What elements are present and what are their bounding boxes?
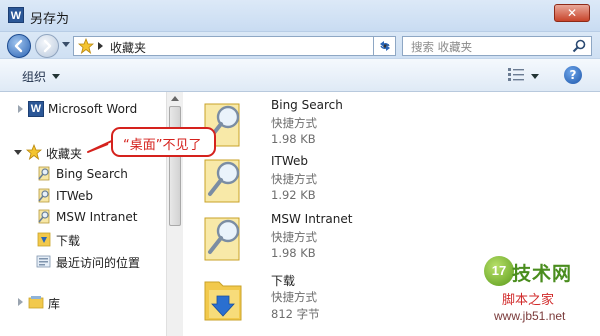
breadcrumb-separator-icon[interactable] — [98, 42, 103, 50]
window-title: 另存为 — [30, 12, 70, 27]
nav-item-downloads[interactable]: 下载 — [36, 230, 164, 250]
nav-item-label: 下载 — [56, 234, 81, 248]
shortcut-magnifier-icon — [204, 217, 240, 261]
nav-item-microsoft-word[interactable]: W Microsoft Word — [28, 100, 158, 120]
file-type: 快捷方式 — [271, 290, 317, 304]
word-icon: W — [28, 101, 44, 117]
file-size: 1.98 KB — [271, 246, 316, 260]
watermark-sub-text: 脚本之家 — [502, 293, 555, 308]
watermark-badge: 17 — [484, 256, 514, 286]
file-type: 快捷方式 — [271, 230, 317, 244]
nav-item-label: MSW Intranet — [56, 210, 138, 224]
forward-button[interactable] — [35, 34, 59, 58]
file-item-bing-search[interactable]: Bing Search 快捷方式 1.98 KB — [201, 98, 461, 158]
nav-item-label: Bing Search — [56, 167, 128, 181]
recent-pages-dropdown[interactable] — [62, 42, 70, 47]
shortcut-link-icon — [38, 166, 50, 181]
file-type: 快捷方式 — [271, 172, 317, 186]
organize-dropdown-icon[interactable] — [52, 74, 60, 79]
nav-item-label: 收藏夹 — [46, 147, 83, 161]
address-row: 收藏夹 搜索 收藏夹 — [0, 32, 600, 58]
view-options-dropdown-icon[interactable] — [531, 74, 539, 79]
command-toolbar: 组织 ? — [0, 58, 600, 92]
refresh-icon — [379, 41, 390, 51]
shortcut-link-icon — [38, 209, 50, 224]
file-name: MSW Intranet — [271, 212, 353, 226]
file-type: 快捷方式 — [271, 116, 317, 130]
address-bar[interactable]: 收藏夹 — [73, 36, 396, 56]
nav-item-label: Microsoft Word — [48, 102, 138, 116]
library-icon — [28, 296, 44, 309]
nav-item-bing-search[interactable]: Bing Search — [36, 165, 164, 185]
refresh-button[interactable] — [373, 36, 395, 56]
file-size: 1.98 KB — [271, 132, 316, 146]
word-app-icon: W — [8, 7, 24, 23]
shortcut-link-icon — [38, 188, 50, 203]
file-item-itweb[interactable]: ITWeb 快捷方式 1.92 KB — [201, 154, 461, 214]
forward-arrow-icon — [43, 39, 52, 53]
downloads-folder-icon — [37, 232, 51, 247]
close-button[interactable]: ✕ — [554, 4, 590, 22]
breadcrumb-path[interactable]: 收藏夹 — [110, 39, 146, 56]
annotation-callout: “桌面”不见了 — [111, 127, 216, 157]
nav-item-label: 库 — [48, 297, 61, 311]
recent-places-icon — [36, 255, 51, 268]
back-arrow-icon — [14, 39, 23, 53]
callout-text: “桌面”不见了 — [123, 138, 202, 153]
file-item-downloads[interactable]: 下载 快捷方式 812 字节 — [201, 272, 461, 332]
search-field[interactable]: 搜索 收藏夹 — [402, 36, 592, 56]
nav-item-label: 最近访问的位置 — [56, 256, 141, 270]
scrollbar-thumb[interactable] — [169, 106, 181, 226]
file-size: 812 字节 — [271, 307, 320, 321]
nav-item-msw-intranet[interactable]: MSW Intranet — [36, 208, 164, 228]
file-name: Bing Search — [271, 98, 343, 112]
file-size: 1.92 KB — [271, 188, 316, 202]
watermark-url: www.jb51.net — [494, 309, 566, 323]
title-bar: W 另存为 ✕ — [0, 0, 600, 32]
file-name: ITWeb — [271, 154, 309, 168]
search-icon[interactable] — [571, 38, 587, 54]
file-name: 下载 — [271, 274, 296, 288]
nav-item-libraries[interactable]: 库 — [28, 293, 118, 313]
shortcut-magnifier-icon — [204, 159, 240, 203]
back-button[interactable] — [7, 34, 31, 58]
change-view-icon[interactable] — [508, 68, 524, 82]
favorites-star-icon — [78, 38, 94, 54]
nav-item-itweb[interactable]: ITWeb — [36, 187, 164, 207]
watermark-main-text: 技术网 — [512, 263, 573, 285]
scroll-up-icon[interactable] — [171, 96, 179, 101]
nav-item-recent-places[interactable]: 最近访问的位置 — [36, 252, 164, 272]
organize-button[interactable]: 组织 — [22, 68, 46, 85]
expand-arrow-icon[interactable] — [18, 105, 23, 113]
downloads-folder-icon — [204, 281, 242, 321]
nav-item-label: ITWeb — [56, 189, 94, 203]
expand-arrow-icon[interactable] — [18, 298, 23, 306]
site-watermark: 17 技术网 脚本之家 www.jb51.net — [484, 256, 596, 332]
help-icon[interactable]: ? — [564, 66, 582, 84]
collapse-arrow-icon[interactable] — [14, 150, 22, 155]
favorites-star-icon — [26, 144, 42, 160]
search-placeholder: 搜索 收藏夹 — [411, 40, 473, 54]
file-item-msw-intranet[interactable]: MSW Intranet 快捷方式 1.98 KB — [201, 212, 461, 272]
